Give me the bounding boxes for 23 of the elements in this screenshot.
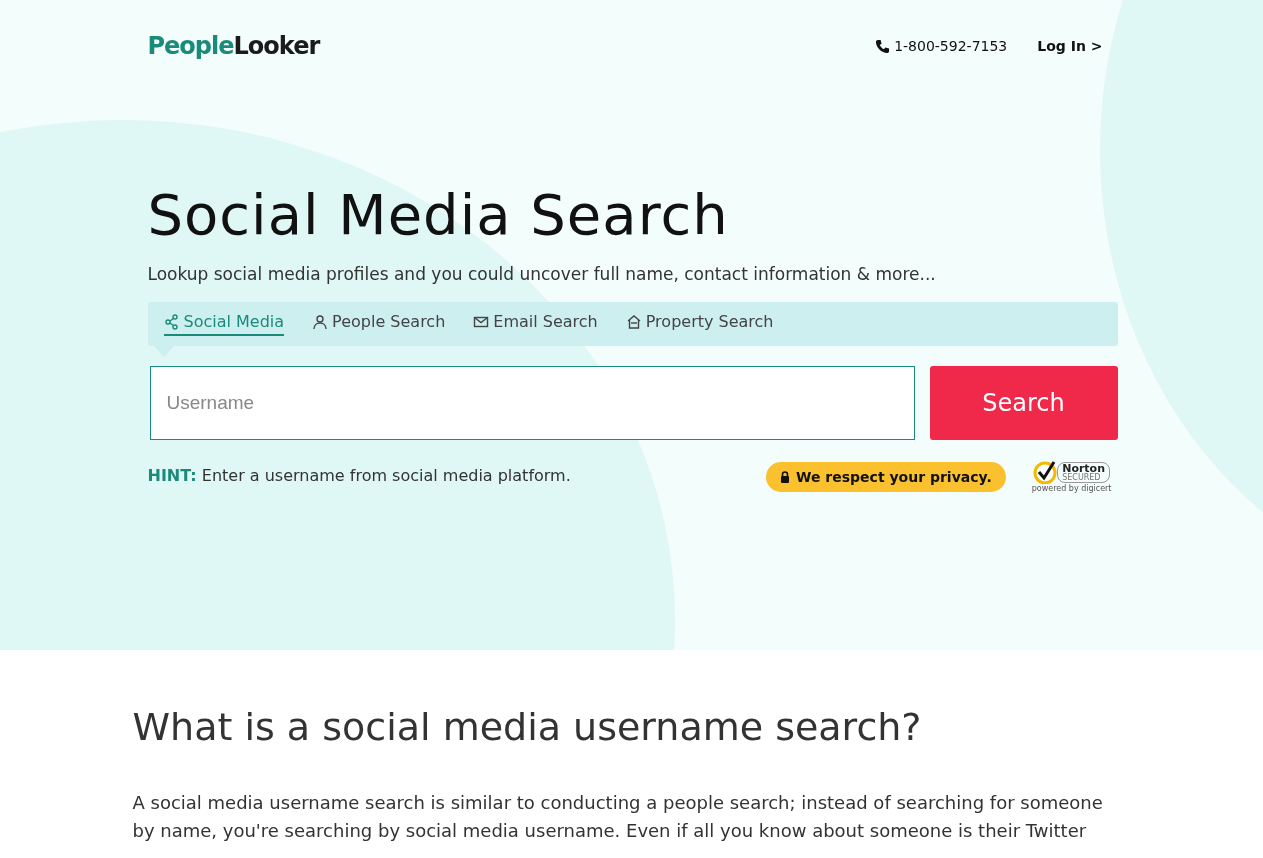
person-icon [312, 313, 329, 330]
privacy-text: We respect your privacy. [796, 468, 992, 485]
page-title: Social Media Search [147, 181, 730, 249]
phone-number[interactable]: 1-800-592-7153 [894, 38, 1008, 54]
search-tab[interactable]: Social Media [163, 312, 285, 336]
section-heading: What is a social media username search? [132, 705, 923, 749]
hint-text: HINT: Enter a username from social media platform. [147, 466, 571, 485]
paragraph: A social media username search is similar to conducting a people search; instead of searching for someone by name, you're searching by social media username. Even if all you know about someone is their Twitter [132, 791, 1104, 843]
subtitle: Lookup social media profiles and you could uncover full name, contact information & more... [147, 264, 937, 284]
share-icon [163, 313, 180, 330]
username-field[interactable]: Username [149, 366, 915, 440]
house-icon [625, 313, 642, 330]
search-tab[interactable]: People Search [312, 312, 446, 336]
checkmark-seal-icon [1033, 460, 1058, 484]
search-button[interactable]: Search [929, 366, 1118, 440]
phone-icon [875, 38, 891, 54]
search-tab[interactable]: Property Search [625, 312, 774, 336]
lock-icon [780, 470, 791, 483]
search-tab[interactable]: Email Search [473, 312, 598, 336]
login-link[interactable]: Log In > [1037, 38, 1103, 54]
norton-seal: Norton SECURED [1057, 461, 1110, 483]
logo[interactable]: PeopleLooker [147, 32, 320, 60]
powered-by-text: powered by digicert [1031, 484, 1112, 493]
